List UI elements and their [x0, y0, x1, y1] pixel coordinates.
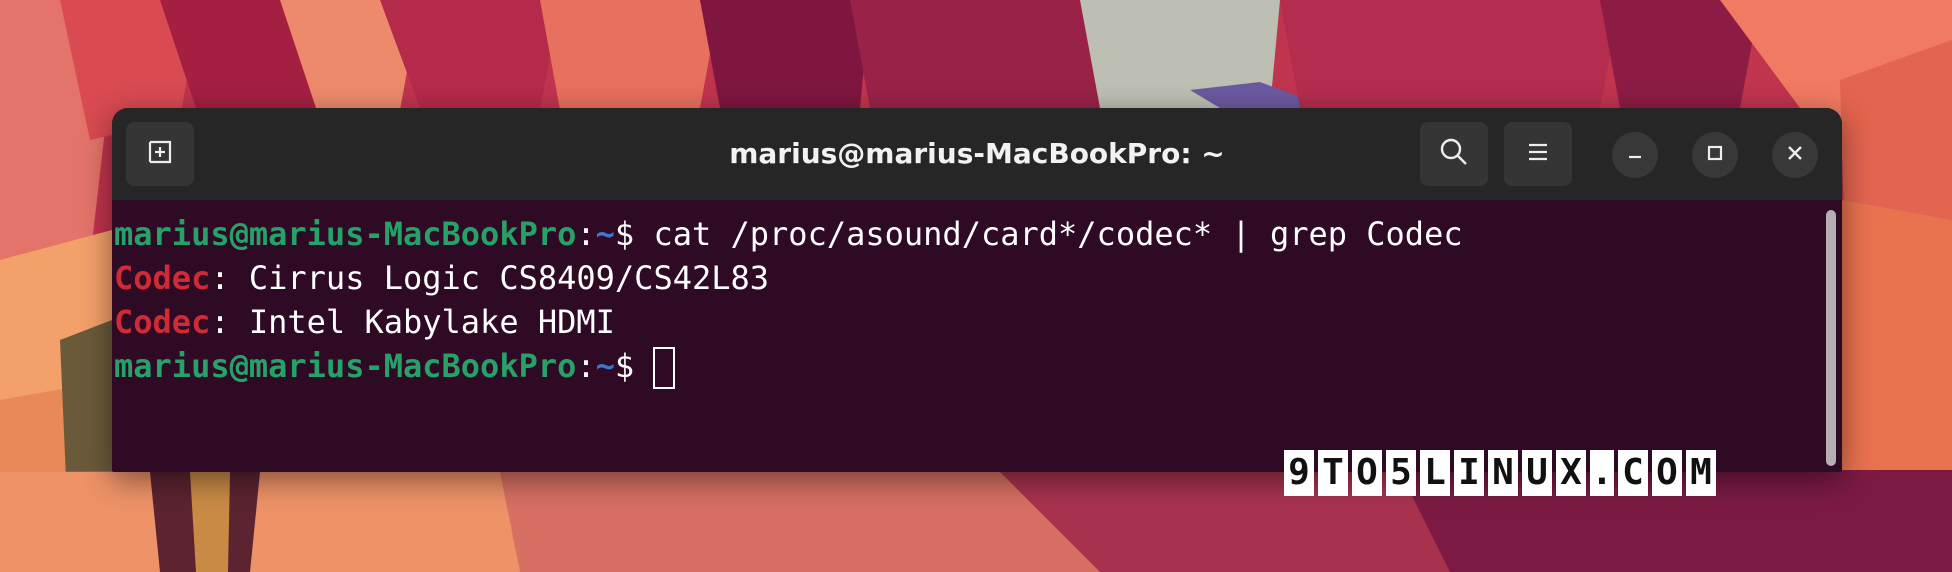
grep-match: Codec — [114, 259, 211, 297]
watermark-char: . — [1590, 450, 1614, 496]
watermark-char: C — [1618, 450, 1648, 496]
menu-button[interactable] — [1504, 122, 1572, 186]
titlebar: marius@marius-MacBookPro: ~ — [112, 108, 1842, 200]
close-button[interactable] — [1772, 132, 1818, 178]
watermark-char: L — [1420, 450, 1450, 496]
command-text: cat /proc/asound/card*/codec* | grep Cod… — [653, 215, 1463, 253]
maximize-button[interactable] — [1692, 132, 1738, 178]
terminal-line-4: marius@marius-MacBookPro:~$ — [114, 344, 1822, 389]
watermark-char: O — [1652, 450, 1682, 496]
watermark-char: U — [1522, 450, 1552, 496]
search-icon — [1438, 136, 1470, 172]
close-icon — [1785, 143, 1805, 167]
prompt-dollar: $ — [614, 215, 654, 253]
prompt-dollar: $ — [614, 347, 654, 385]
watermark-char: 9 — [1284, 450, 1314, 496]
hamburger-menu-icon — [1524, 138, 1552, 170]
window-title: marius@marius-MacBookPro: ~ — [729, 137, 1225, 170]
watermark-char: M — [1686, 450, 1716, 496]
prompt-user-host: marius@marius-MacBookPro — [114, 347, 577, 385]
maximize-icon — [1705, 143, 1725, 167]
watermark-char: 5 — [1386, 450, 1416, 496]
terminal-line-1: marius@marius-MacBookPro:~$ cat /proc/as… — [114, 212, 1822, 256]
prompt-path: ~ — [595, 215, 615, 253]
text-cursor — [653, 347, 676, 389]
prompt-path: ~ — [595, 347, 615, 385]
terminal-window: marius@marius-MacBookPro: ~ marius@mariu… — [112, 108, 1842, 472]
watermark-logo: 9TO5LINUX.COM — [1284, 450, 1716, 496]
watermark-char: O — [1352, 450, 1382, 496]
watermark-char: N — [1488, 450, 1518, 496]
scrollbar[interactable] — [1826, 210, 1836, 466]
new-tab-button[interactable] — [126, 122, 194, 186]
prompt-separator: : — [576, 215, 596, 253]
watermark-char: T — [1318, 450, 1348, 496]
search-button[interactable] — [1420, 122, 1488, 186]
prompt-user-host: marius@marius-MacBookPro — [114, 215, 577, 253]
watermark-char: I — [1454, 450, 1484, 496]
new-tab-icon — [145, 137, 175, 171]
grep-match: Codec — [114, 303, 211, 341]
output-text: : Intel Kabylake HDMI — [210, 303, 615, 341]
prompt-separator: : — [576, 347, 596, 385]
terminal-line-3: Codec: Intel Kabylake HDMI — [114, 300, 1822, 344]
terminal-output[interactable]: marius@marius-MacBookPro:~$ cat /proc/as… — [112, 200, 1822, 472]
watermark-char: X — [1556, 450, 1586, 496]
minimize-button[interactable] — [1612, 132, 1658, 178]
output-text: : Cirrus Logic CS8409/CS42L83 — [210, 259, 770, 297]
terminal-line-2: Codec: Cirrus Logic CS8409/CS42L83 — [114, 256, 1822, 300]
minimize-icon — [1625, 143, 1645, 167]
